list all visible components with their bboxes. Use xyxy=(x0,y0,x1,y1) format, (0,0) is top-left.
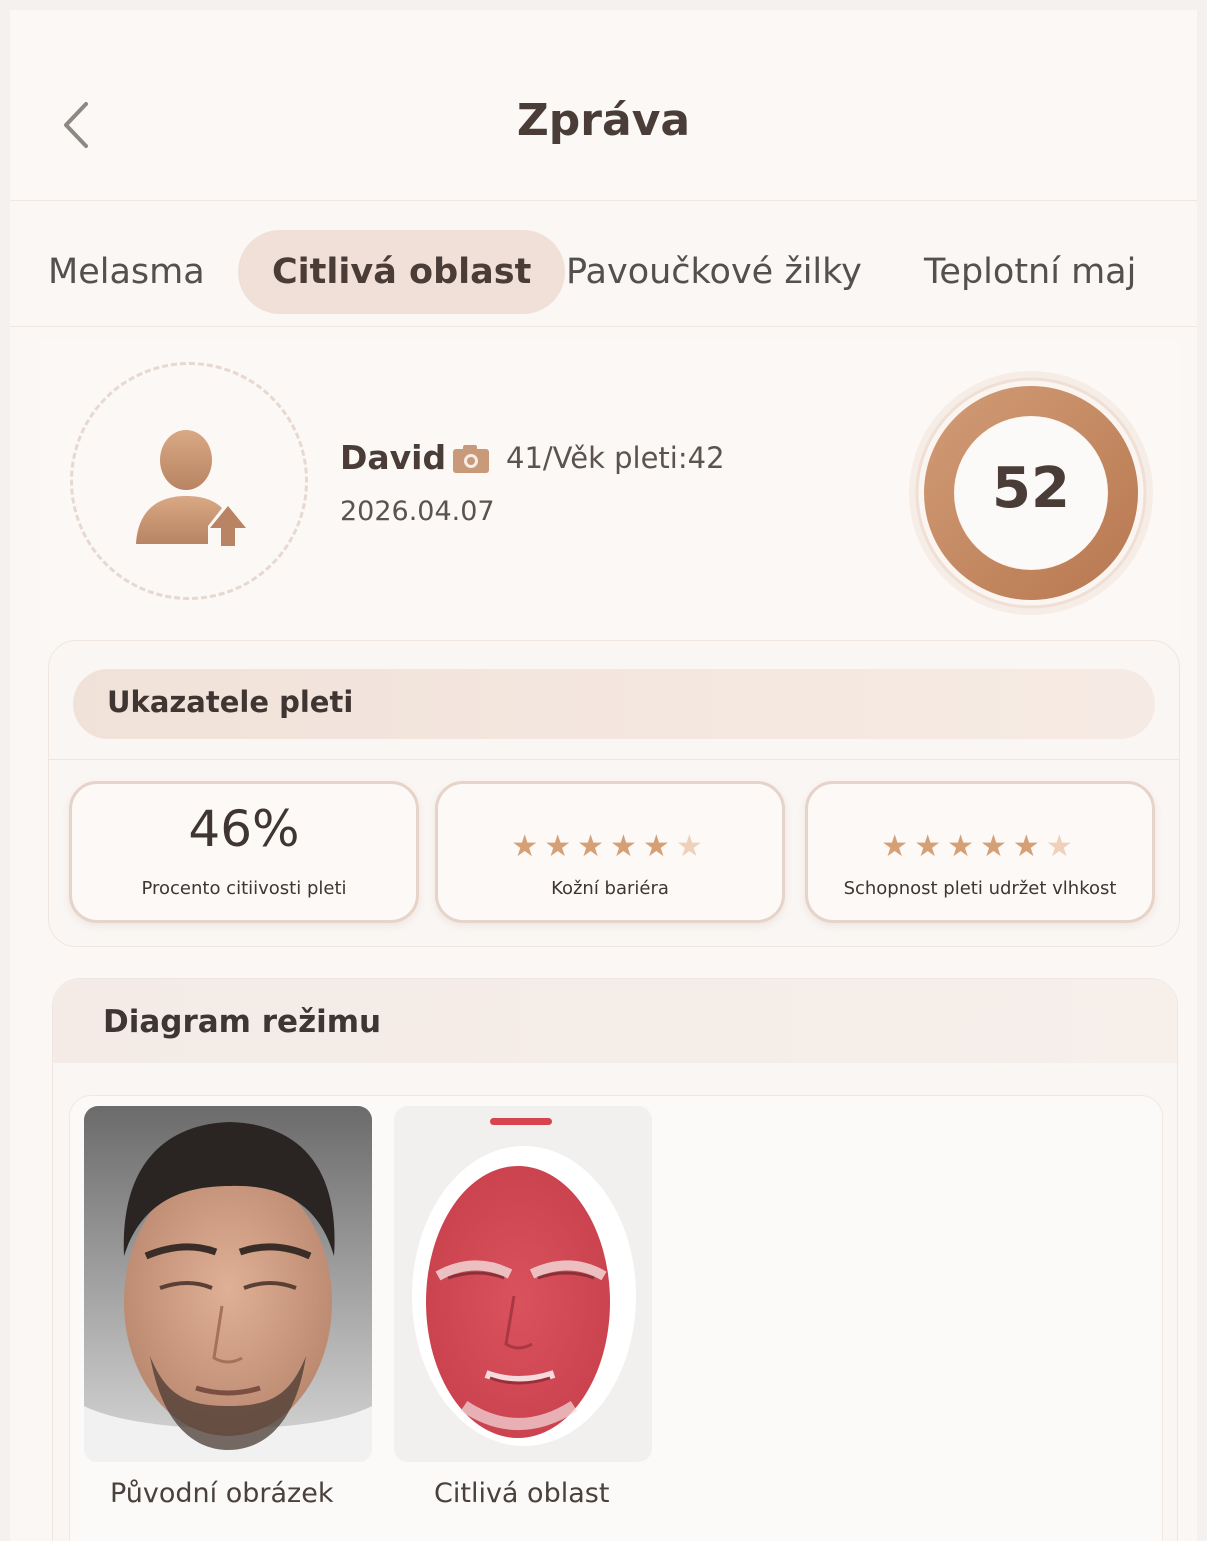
original-face-image[interactable] xyxy=(84,1106,372,1462)
barrier-label: Kožní bariéra xyxy=(551,878,669,899)
user-upload-icon xyxy=(136,430,246,546)
indicators-header: Ukazatele pleti xyxy=(73,669,1155,739)
diagram-header: Diagram režimu xyxy=(53,979,1177,1063)
star-icon: ★ xyxy=(511,829,545,864)
tabs-divider xyxy=(10,326,1197,327)
original-image-label: Původní obrázek xyxy=(110,1478,334,1509)
half-star-icon: ★ xyxy=(675,829,709,864)
user-name: David xyxy=(340,438,447,477)
barrier-rating: ★★★★★★ xyxy=(438,830,782,864)
sensitive-area-image[interactable] xyxy=(394,1106,652,1462)
skin-indicators-card: Ukazatele pleti 46% Procento citiivosti … xyxy=(48,640,1180,947)
category-tabs: Melasma Citlivá oblast Pavoučkové žilky … xyxy=(10,230,1197,322)
sensitivity-map-photo xyxy=(394,1106,652,1462)
star-icon: ★ xyxy=(1012,829,1046,864)
tab-sensitive-area[interactable]: Citlivá oblast xyxy=(238,230,566,314)
tab-spider-veins[interactable]: Pavoučkové žilky xyxy=(532,230,896,314)
sensitivity-percent: 46% xyxy=(188,800,300,858)
face-photo xyxy=(84,1106,372,1462)
profile-section: David 41/Věk pleti:42 2026.04.07 52 xyxy=(40,340,1180,640)
star-icon: ★ xyxy=(610,829,643,864)
moisture-label: Schopnost pleti udržet vlhkost xyxy=(843,878,1117,899)
report-screen: Zpráva Melasma Citlivá oblast Pavoučkové… xyxy=(10,10,1197,1541)
metric-sensitivity: 46% Procento citiivosti pleti xyxy=(69,781,419,923)
star-icon: ★ xyxy=(577,829,610,864)
tab-melasma[interactable]: Melasma xyxy=(14,230,239,314)
metric-skin-barrier: ★★★★★★ Kožní bariéra xyxy=(435,781,785,923)
diagram-title: Diagram režimu xyxy=(103,1004,382,1040)
sensitive-image-label: Citlivá oblast xyxy=(434,1478,610,1509)
camera-icon xyxy=(453,445,489,473)
star-icon: ★ xyxy=(642,829,676,864)
indicators-title: Ukazatele pleti xyxy=(107,685,354,719)
half-star-icon: ★ xyxy=(1045,829,1079,864)
star-icon: ★ xyxy=(914,829,948,864)
skin-score: 52 xyxy=(992,456,1070,521)
moisture-rating: ★★★★★★ xyxy=(808,830,1152,864)
report-date: 2026.04.07 xyxy=(340,496,495,527)
metric-moisture: ★★★★★★ Schopnost pleti udržet vlhkost xyxy=(805,781,1155,923)
sensitivity-label: Procento citiivosti pleti xyxy=(141,878,347,899)
age-info: 41/Věk pleti:42 xyxy=(506,441,725,475)
indicators-divider xyxy=(49,759,1179,760)
tab-heat-map[interactable]: Teplotní maj xyxy=(890,230,1170,314)
app-header: Zpráva xyxy=(10,10,1197,201)
star-icon: ★ xyxy=(544,829,578,864)
star-icon: ★ xyxy=(980,829,1013,864)
star-icon: ★ xyxy=(881,829,915,864)
score-ring: 52 xyxy=(906,368,1156,618)
page-title: Zpráva xyxy=(516,95,691,146)
star-icon: ★ xyxy=(947,829,980,864)
